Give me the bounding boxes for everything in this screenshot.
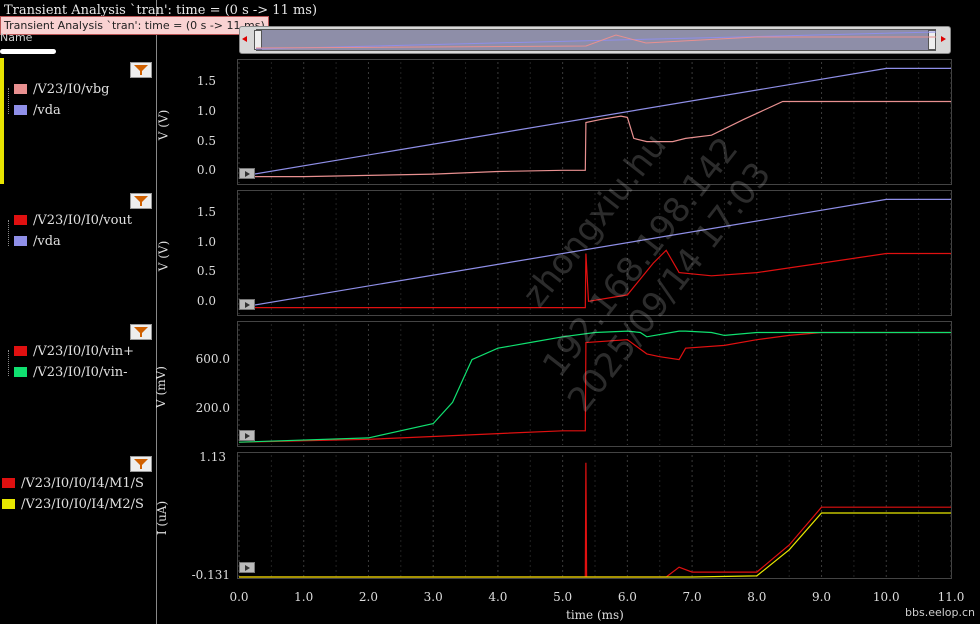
- xtick: 6.0: [617, 590, 637, 604]
- xtick: 0.0: [229, 590, 249, 604]
- ytick: 1.5: [196, 74, 216, 88]
- ytick: 1.5: [196, 205, 216, 219]
- xaxis-title: time (ms): [566, 608, 624, 622]
- ytick: 1.0: [196, 235, 216, 249]
- ytick: -0.131: [191, 568, 230, 582]
- play-button[interactable]: [239, 299, 255, 310]
- xtick: 9.0: [811, 590, 832, 604]
- site-label: bbs.eelop.cn: [905, 606, 976, 619]
- play-button[interactable]: [239, 168, 255, 179]
- play-button[interactable]: [239, 562, 255, 573]
- xtick: 7.0: [682, 590, 702, 604]
- ytick: 1.13: [199, 450, 226, 464]
- ytick: 0.5: [196, 264, 216, 278]
- xtick: 5.0: [553, 590, 573, 604]
- waveform-v23-i0-i0-i4-m1-s: [239, 462, 951, 578]
- ytick: 0.5: [196, 134, 216, 148]
- xtick: 11.0: [937, 590, 965, 604]
- ytick: 600.0: [195, 352, 230, 366]
- play-button[interactable]: [239, 430, 255, 441]
- ytick: 1.0: [196, 104, 216, 118]
- ylabel: I (uA): [155, 500, 170, 536]
- waveform-plots: [238, 62, 952, 578]
- xtick: 1.0: [294, 590, 314, 604]
- ytick: 200.0: [195, 401, 230, 415]
- xtick: 2.0: [358, 590, 378, 604]
- ytick: 0.0: [196, 163, 216, 177]
- xtick: 10.0: [872, 590, 900, 604]
- ytick: 0.0: [196, 294, 216, 308]
- ylabel: V (mV): [153, 366, 168, 408]
- xtick: 8.0: [747, 590, 767, 604]
- xtick: 4.0: [488, 590, 508, 604]
- xtick: 3.0: [423, 590, 443, 604]
